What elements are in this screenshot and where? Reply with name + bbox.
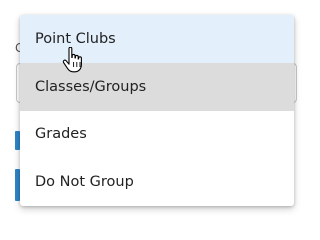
option-label: Classes/Groups xyxy=(35,78,147,95)
option-do-not-group[interactable]: Do Not Group xyxy=(20,158,294,206)
option-classes-groups[interactable]: Classes/Groups xyxy=(20,62,294,111)
group-by-dropdown-menu: Point Clubs Classes/Groups Grades Do Not… xyxy=(20,15,294,206)
option-point-clubs[interactable]: Point Clubs xyxy=(20,15,294,63)
option-grades[interactable]: Grades xyxy=(20,111,294,159)
option-label: Point Clubs xyxy=(35,30,116,47)
option-label: Do Not Group xyxy=(35,174,134,191)
screen: G Point Clubs Classes/Groups Grades Do N… xyxy=(0,0,309,221)
option-label: Grades xyxy=(35,126,87,143)
